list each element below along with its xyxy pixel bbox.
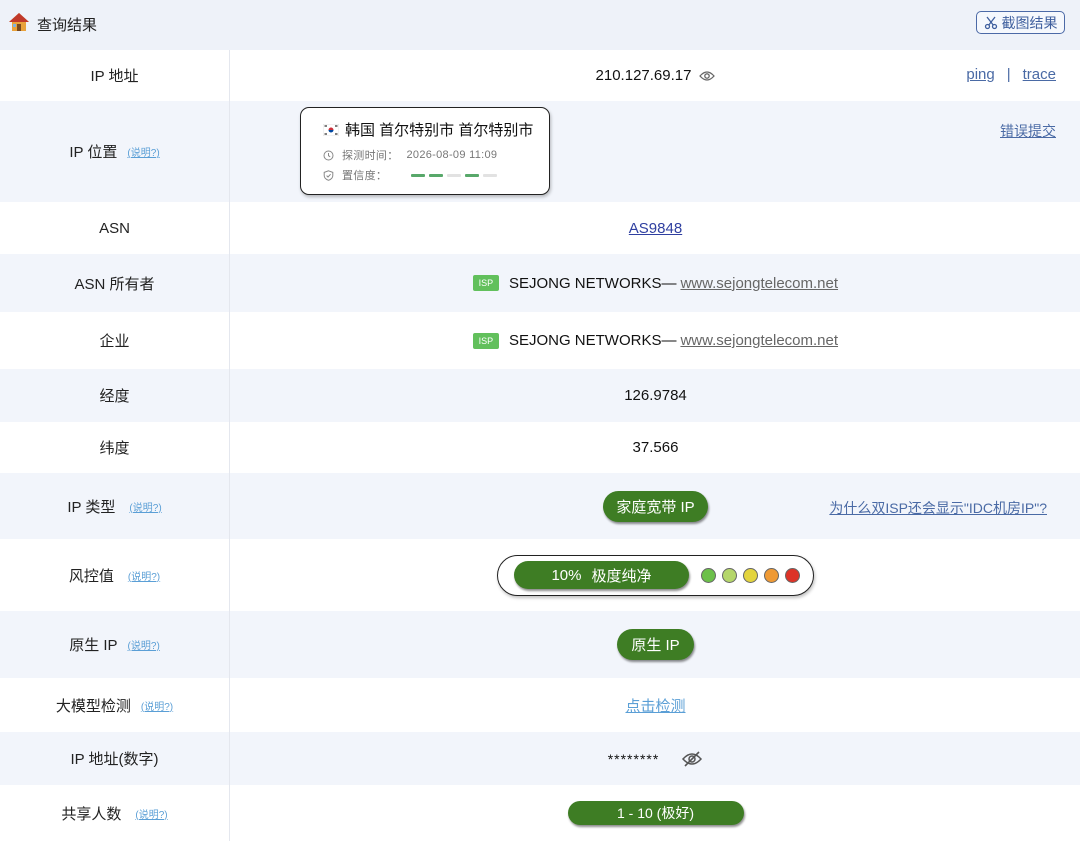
eye-icon[interactable]: [699, 70, 716, 82]
asn-owner-label: ASN 所有者: [0, 254, 230, 312]
page-title: 查询结果: [37, 17, 98, 34]
row-asn-owner: ASN 所有者 ISP SEJONG NETWORKS— www.sejongt…: [0, 254, 1080, 312]
ip-numeric-value: ********: [607, 750, 660, 767]
risk-level-dot: [743, 567, 758, 583]
longitude-value: 126.9784: [624, 387, 687, 404]
probe-time-label: 探测时间：: [342, 150, 399, 162]
company-label: 企业: [0, 312, 230, 369]
result-header: 查询结果 截图结果: [0, 0, 1080, 50]
scissors-icon: [984, 16, 997, 29]
confidence-meter: [411, 173, 498, 177]
risk-level: 极度纯净: [591, 567, 652, 585]
llm-note-link[interactable]: (说明?): [141, 698, 173, 713]
risk-percent: 10%: [551, 566, 582, 584]
location-place: 韩国 首尔特别市 首尔特别市: [345, 122, 534, 139]
house-icon: [9, 13, 29, 31]
ip-address-label: IP 地址: [0, 50, 230, 101]
confidence-segment: [465, 173, 480, 177]
asn-owner-name: SEJONG NETWORKS—: [508, 274, 677, 292]
row-llm-detection: 大模型检测 (说明?) 点击检测: [0, 678, 1080, 732]
click-detect-link[interactable]: 点击检测: [625, 695, 685, 716]
risk-score-label: 风控值 (说明?): [0, 539, 230, 611]
ip-type-note-link[interactable]: (说明?): [129, 499, 161, 514]
confidence-segment: [411, 173, 426, 177]
confidence-segment: [447, 173, 462, 177]
link-separator: |: [1006, 66, 1011, 83]
screenshot-button[interactable]: 截图结果: [976, 11, 1065, 34]
risk-note-link[interactable]: (说明?): [128, 568, 160, 583]
shield-check-icon: [323, 169, 334, 181]
row-ip-type: IP 类型 (说明?) 家庭宽带 IP 为什么双ISP还会显示"IDC机房IP"…: [0, 473, 1080, 539]
asn-link[interactable]: AS9848: [629, 220, 682, 237]
ip-address-value-cell: 210.127.69.17: [231, 50, 1080, 101]
isp-badge: ISP: [472, 332, 499, 349]
location-card: 韩国 首尔特别市 首尔特别市 探测时间： 2026-08-09 11:09 置信…: [300, 107, 550, 195]
shared-users-badge: 1 - 10 (极好): [567, 801, 744, 825]
llm-detection-label: 大模型检测 (说明?): [0, 678, 230, 732]
risk-score-badge: 10% 极度纯净: [514, 561, 689, 589]
risk-level-dot: [701, 567, 716, 583]
korea-flag-icon: [323, 123, 339, 136]
ip-tools: ping | trace: [966, 66, 1056, 83]
risk-level-dot: [764, 567, 779, 583]
ping-link[interactable]: ping: [966, 66, 994, 83]
risk-meter: 10% 极度纯净: [497, 554, 814, 596]
row-company: 企业 ISP SEJONG NETWORKS— www.sejongteleco…: [0, 312, 1080, 369]
asn-owner-website-link[interactable]: www.sejongtelecom.net: [680, 275, 838, 292]
row-shared-users: 共享人数 (说明?) 1 - 10 (极好): [0, 785, 1080, 841]
row-latitude: 纬度 37.566: [0, 422, 1080, 473]
error-report-link[interactable]: 错误提交: [1000, 121, 1056, 141]
confidence-segment: [483, 173, 498, 177]
trace-link[interactable]: trace: [1023, 66, 1056, 83]
native-ip-label: 原生 IP (说明?): [0, 611, 230, 678]
eye-off-icon[interactable]: [681, 750, 703, 768]
ip-numeric-label: IP 地址(数字): [0, 732, 230, 785]
ip-type-badge: 家庭宽带 IP: [603, 490, 708, 522]
clock-icon: [323, 150, 334, 160]
confidence-label: 置信度：: [342, 170, 388, 182]
row-longitude: 经度 126.9784: [0, 369, 1080, 422]
ip-type-label: IP 类型 (说明?): [0, 473, 230, 539]
shared-note-link[interactable]: (说明?): [135, 806, 167, 821]
row-risk-score: 风控值 (说明?) 10% 极度纯净: [0, 539, 1080, 611]
native-ip-badge: 原生 IP: [617, 629, 694, 660]
native-ip-note-link[interactable]: (说明?): [128, 637, 160, 652]
row-native-ip: 原生 IP (说明?) 原生 IP: [0, 611, 1080, 678]
dual-isp-faq-link[interactable]: 为什么双ISP还会显示"IDC机房IP"?: [829, 498, 1047, 518]
ip-location-label: IP 位置 (说明?): [0, 101, 230, 202]
ip-address-value: 210.127.69.17: [595, 67, 692, 84]
probe-time-value: 2026-08-09 11:09: [406, 149, 498, 161]
row-ip-address: IP 地址 210.127.69.17 ping | trace: [0, 50, 1080, 101]
latitude-label: 纬度: [0, 422, 230, 473]
row-ip-location: IP 位置 (说明?) 韩国 首尔特别市 首尔特别市 探测时间： 2026-08…: [0, 101, 1080, 202]
location-note-link[interactable]: (说明?): [127, 144, 159, 159]
longitude-label: 经度: [0, 369, 230, 422]
shared-users-label: 共享人数 (说明?): [0, 785, 230, 841]
row-ip-numeric: IP 地址(数字) ********: [0, 732, 1080, 785]
risk-level-dot: [785, 567, 800, 583]
company-website-link[interactable]: www.sejongtelecom.net: [680, 332, 838, 349]
risk-level-dots: [701, 567, 800, 583]
isp-badge: ISP: [472, 275, 499, 291]
company-name: SEJONG NETWORKS—: [508, 332, 677, 349]
latitude-value: 37.566: [632, 439, 679, 456]
risk-level-dot: [722, 567, 737, 583]
confidence-segment: [429, 173, 444, 177]
screenshot-label: 截图结果: [1001, 14, 1058, 31]
row-asn: ASN AS9848: [0, 202, 1080, 254]
asn-label: ASN: [0, 202, 230, 254]
